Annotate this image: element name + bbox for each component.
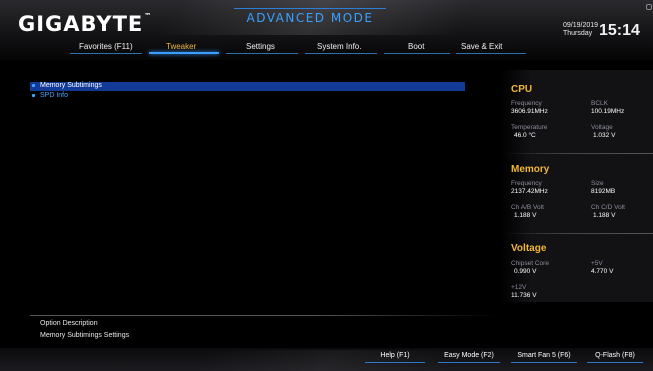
clock-time: 15:14: [599, 22, 640, 39]
cpu-temperature-value: 46.0 °C: [514, 132, 536, 139]
memory-chcd-label: Ch C/D Volt: [591, 204, 625, 211]
easy-mode-button[interactable]: Easy Mode (F2): [433, 350, 505, 362]
panel-divider: [505, 153, 653, 154]
memory-size-value: 8192MB: [591, 188, 616, 195]
cpu-bclk-value: 100.19MHz: [591, 108, 625, 115]
menu-item-label: SPD Info: [40, 92, 69, 99]
memory-frequency-value: 2137.42MHz: [511, 188, 548, 195]
memory-frequency-label: Frequency: [511, 180, 542, 187]
memory-size-label: Size: [591, 180, 604, 187]
option-description-text: Memory Subtimings Settings: [40, 332, 130, 339]
option-description-title: Option Description: [40, 320, 98, 327]
v5-value: 4.770 V: [591, 268, 614, 275]
button-underline: [438, 362, 500, 363]
panel-divider: [505, 233, 653, 234]
smart-fan-button[interactable]: Smart Fan 5 (F6): [506, 350, 582, 362]
tab-divider: [226, 53, 298, 54]
memory-chcd-value: 1.188 V: [593, 212, 616, 219]
tab-save-exit[interactable]: Save & Exit: [461, 42, 502, 51]
chipset-core-label: Chipset Core: [511, 260, 549, 267]
logo-trademark: ™: [144, 12, 153, 20]
tab-divider: [384, 53, 450, 54]
tab-system-info[interactable]: System Info.: [317, 42, 361, 51]
cpu-temperature-label: Temperature: [511, 124, 548, 131]
menu-item-spd-info[interactable]: SPD Info: [30, 92, 465, 101]
tab-tweaker[interactable]: Tweaker: [166, 42, 196, 51]
tab-favorites[interactable]: Favorites (F11): [79, 42, 133, 51]
menu-item-label: Memory Subtimings: [40, 82, 102, 89]
memory-chab-label: Ch A/B Volt: [511, 204, 544, 211]
date-text: 09/19/2019: [563, 22, 599, 29]
cpu-voltage-value: 1.032 V: [593, 132, 616, 139]
button-underline: [511, 362, 577, 363]
cpu-bclk-label: BCLK: [591, 100, 608, 107]
cpu-title: CPU: [511, 84, 533, 95]
logo-text: GIGABYTE: [18, 12, 144, 36]
q-flash-button[interactable]: Q-Flash (F8): [582, 350, 648, 362]
tab-settings[interactable]: Settings: [246, 42, 275, 51]
cpu-voltage-label: Voltage: [591, 124, 613, 131]
mode-title[interactable]: ADVANCED MODE: [234, 11, 386, 25]
description-divider: [30, 315, 500, 316]
voltage-title: Voltage: [511, 243, 547, 254]
tab-divider: [456, 53, 526, 54]
cpu-frequency-value: 3606.91MHz: [511, 108, 548, 115]
chipset-core-value: 0.990 V: [514, 268, 537, 275]
menu-item-memory-subtimings[interactable]: Memory Subtimings: [30, 82, 465, 91]
tab-divider: [305, 53, 377, 54]
bullet-icon: [32, 84, 35, 87]
button-underline: [587, 362, 643, 363]
v12-value: 11.736 V: [511, 292, 537, 299]
gigabyte-logo: GIGABYTE™: [18, 12, 152, 36]
date-display: 09/19/2019 Thursday: [563, 22, 598, 38]
memory-chab-value: 1.188 V: [514, 212, 537, 219]
settings-dot-icon[interactable]: [646, 4, 652, 10]
active-tab-indicator: [149, 52, 219, 54]
v12-label: +12V: [511, 284, 527, 291]
bullet-icon: [32, 94, 35, 97]
tab-divider: [70, 53, 142, 54]
day-text: Thursday: [563, 30, 593, 37]
tab-boot[interactable]: Boot: [408, 42, 424, 51]
v5-label: +5V: [591, 260, 603, 267]
help-button[interactable]: Help (F1): [360, 350, 430, 362]
button-underline: [365, 362, 425, 363]
memory-title: Memory: [511, 164, 550, 175]
cpu-frequency-label: Frequency: [511, 100, 542, 107]
